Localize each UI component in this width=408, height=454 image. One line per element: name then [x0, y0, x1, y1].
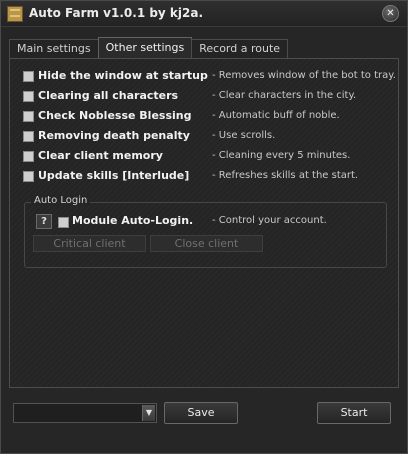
option-label: Hide the window at startup [38, 69, 208, 82]
close-client-button[interactable]: Close client [150, 235, 263, 252]
option-description: - Clear characters in the city. [212, 90, 357, 101]
option-update-skills[interactable]: Update skills [Interlude] - Refreshes sk… [23, 168, 393, 186]
hide-window-checkbox[interactable] [23, 71, 34, 82]
option-description: - Automatic buff of noble. [212, 110, 340, 121]
settings-tabs: Main settings Other settings Record a ro… [9, 37, 289, 59]
auto-farm-window: Auto Farm v1.0.1 by kj2a. ✕ Main setting… [0, 0, 408, 454]
window-title: Auto Farm v1.0.1 by kj2a. [29, 6, 204, 20]
critical-client-button[interactable]: Critical client [33, 235, 146, 252]
module-auto-login-checkbox[interactable] [58, 217, 69, 228]
module-auto-login-label[interactable]: Module Auto-Login. [72, 214, 193, 227]
option-description: - Cleaning every 5 minutes. [212, 150, 351, 161]
profile-select[interactable]: ▼ [13, 403, 157, 423]
option-noblesse-blessing[interactable]: Check Noblesse Blessing - Automatic buff… [23, 108, 393, 126]
other-settings-panel: Hide the window at startup - Removes win… [9, 58, 399, 388]
option-clearing-characters[interactable]: Clearing all characters - Clear characte… [23, 88, 393, 106]
option-description: - Removes window of the bot to tray. [212, 70, 396, 81]
start-button[interactable]: Start [317, 402, 391, 424]
client-memory-checkbox[interactable] [23, 151, 34, 162]
option-description: - Use scrolls. [212, 130, 276, 141]
option-label: Clearing all characters [38, 89, 179, 102]
module-auto-login-description: - Control your account. [212, 215, 327, 226]
auto-login-group: Auto Login ? Module Auto-Login. - Contro… [24, 195, 387, 268]
chevron-down-icon[interactable]: ▼ [142, 405, 155, 421]
death-penalty-checkbox[interactable] [23, 131, 34, 142]
tab-record-route[interactable]: Record a route [191, 39, 289, 59]
tab-other-settings[interactable]: Other settings [97, 37, 193, 59]
save-button[interactable]: Save [164, 402, 238, 424]
option-hide-window[interactable]: Hide the window at startup - Removes win… [23, 68, 396, 86]
tab-main-settings[interactable]: Main settings [9, 39, 99, 59]
app-logo-icon [7, 6, 23, 22]
option-label: Removing death penalty [38, 129, 190, 142]
title-bar[interactable]: Auto Farm v1.0.1 by kj2a. ✕ [1, 1, 407, 27]
option-label: Clear client memory [38, 149, 163, 162]
option-death-penalty[interactable]: Removing death penalty - Use scrolls. [23, 128, 393, 146]
auto-login-group-label: Auto Login [31, 195, 91, 206]
option-label: Update skills [Interlude] [38, 169, 190, 182]
help-question-icon[interactable]: ? [36, 214, 52, 229]
option-description: - Refreshes skills at the start. [212, 170, 359, 181]
clearing-characters-checkbox[interactable] [23, 91, 34, 102]
close-window-button[interactable]: ✕ [382, 5, 399, 22]
update-skills-checkbox[interactable] [23, 171, 34, 182]
option-label: Check Noblesse Blessing [38, 109, 192, 122]
option-client-memory[interactable]: Clear client memory - Cleaning every 5 m… [23, 148, 393, 166]
noblesse-blessing-checkbox[interactable] [23, 111, 34, 122]
